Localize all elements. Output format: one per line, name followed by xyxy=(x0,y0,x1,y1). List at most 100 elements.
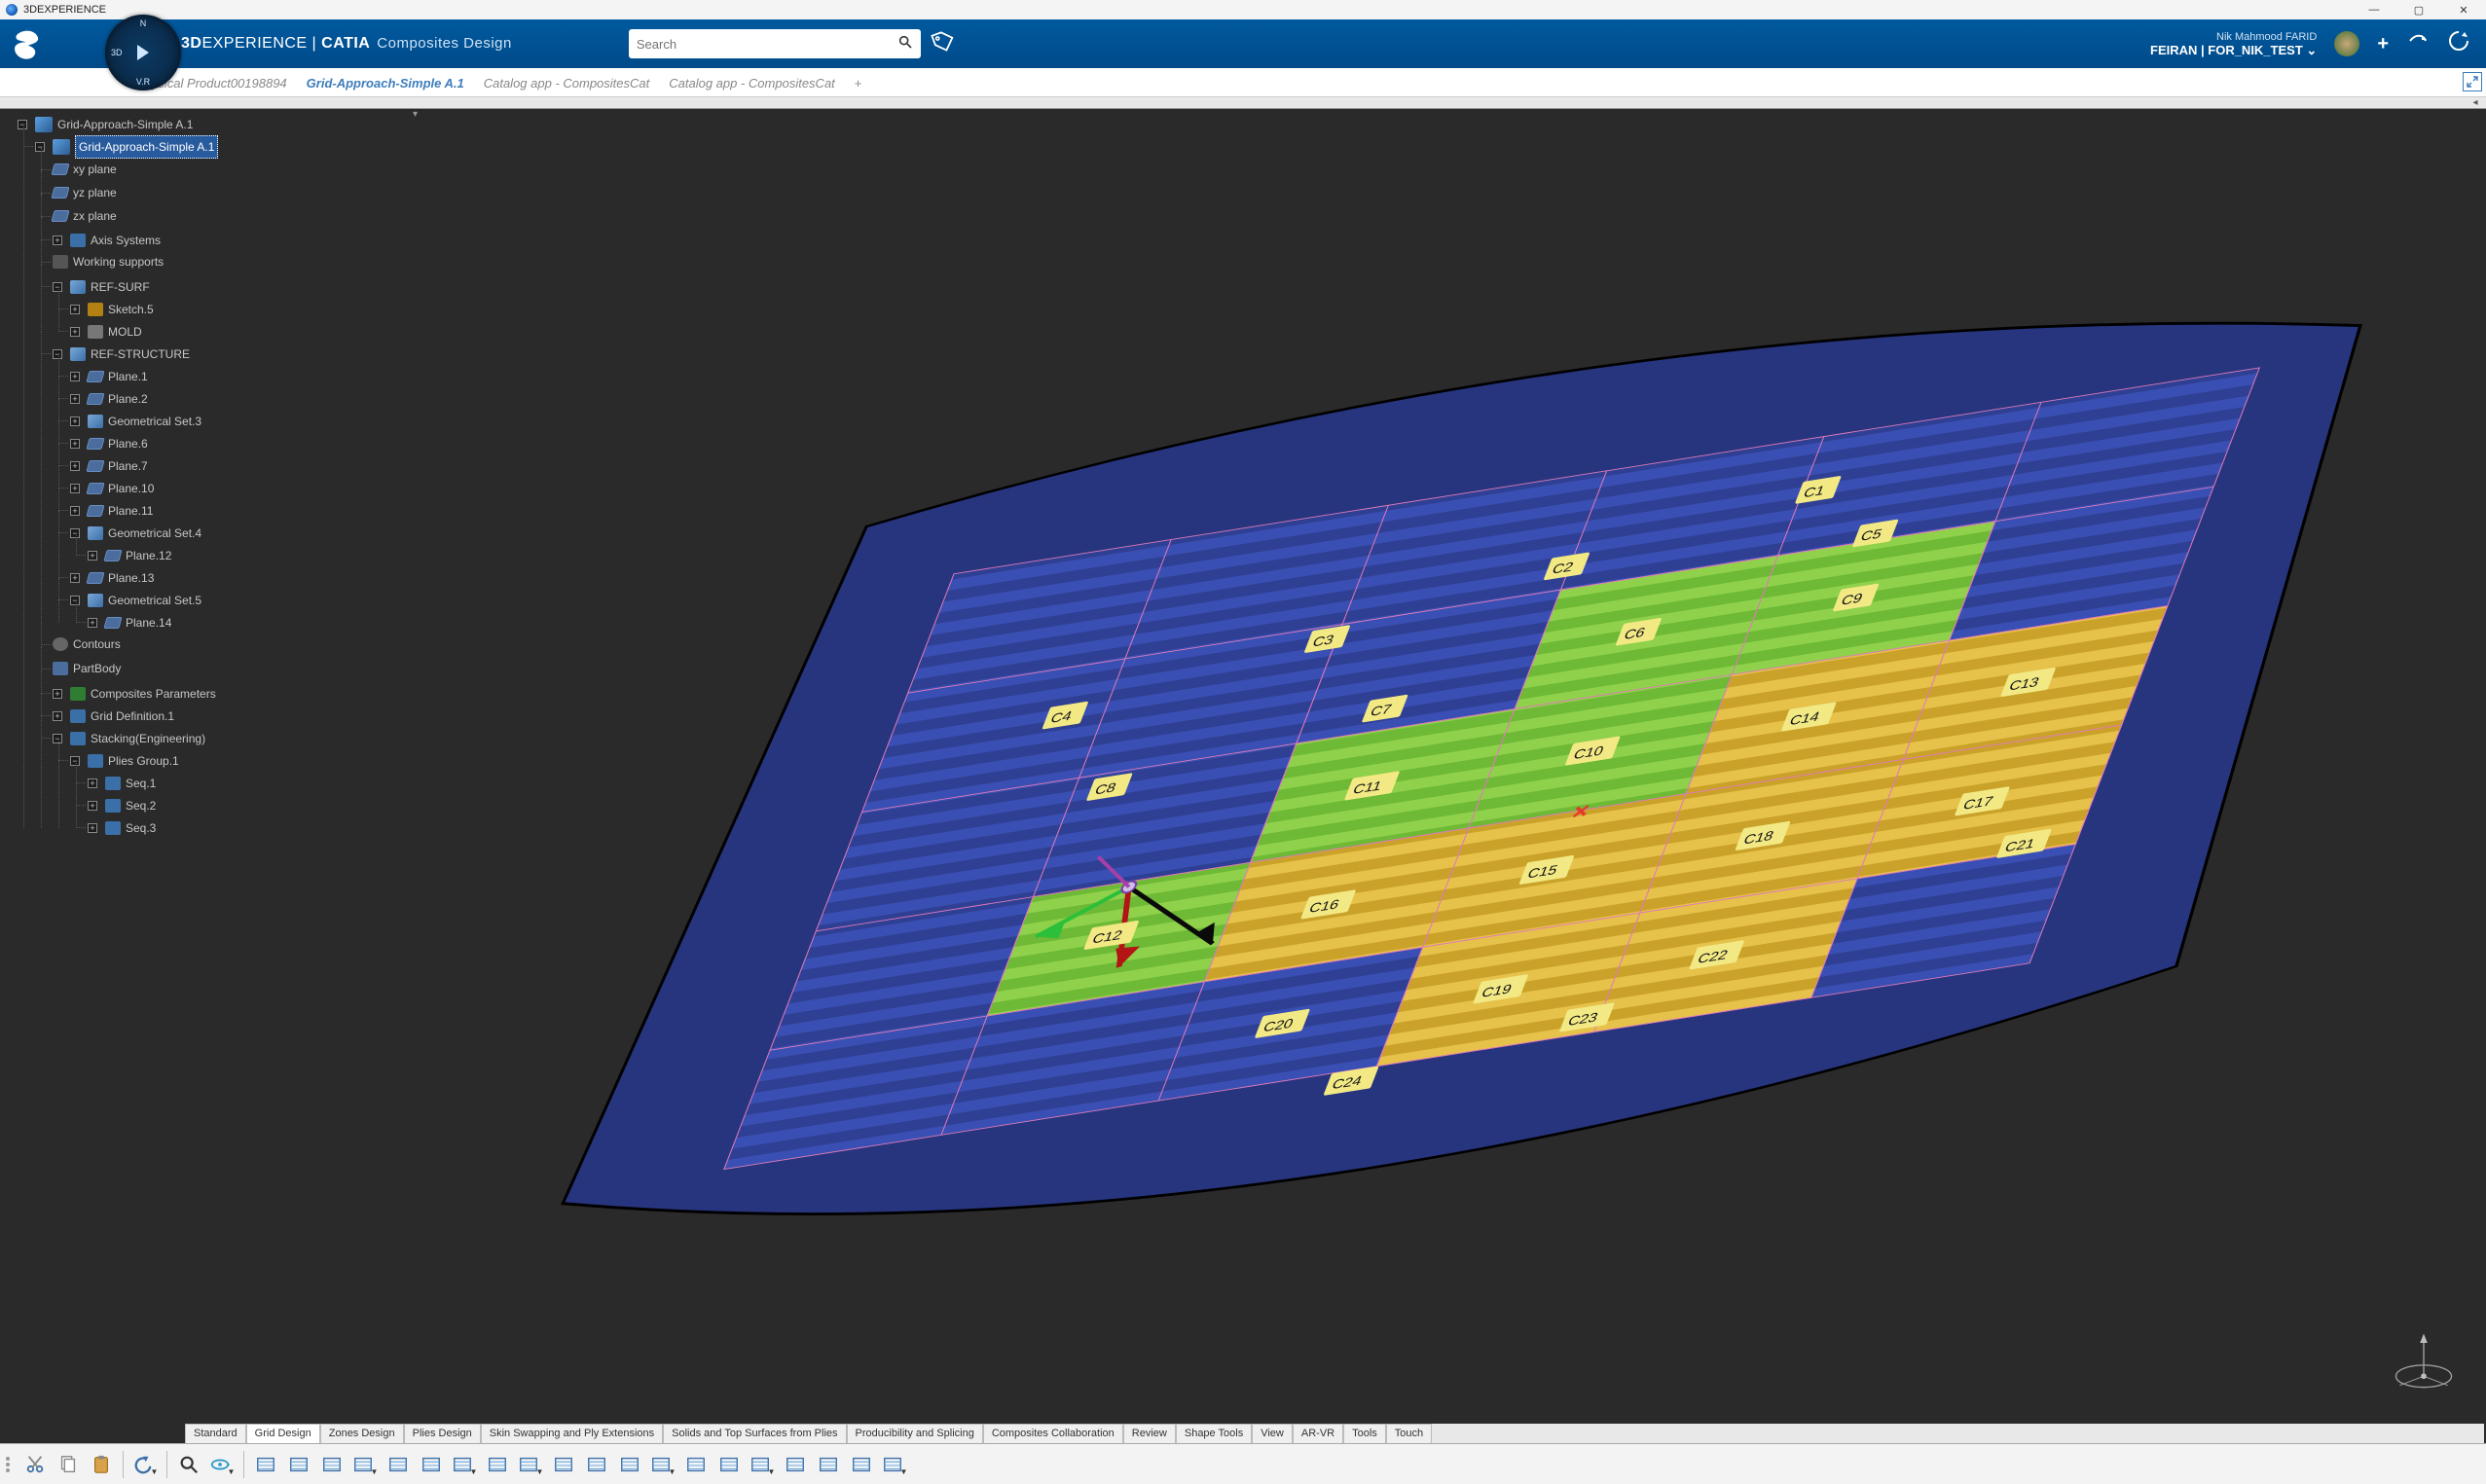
expander-icon[interactable]: − xyxy=(35,142,45,152)
tree-item[interactable]: Axis Systems xyxy=(91,230,161,251)
expander-icon[interactable]: + xyxy=(53,689,62,699)
tree-item[interactable]: Plane.14 xyxy=(126,612,171,633)
tree-item[interactable]: Seq.3 xyxy=(126,817,156,839)
rotate-view-icon[interactable]: ▼ xyxy=(206,1449,238,1480)
tree-item[interactable]: Plane.11 xyxy=(108,500,153,522)
expander-icon[interactable]: + xyxy=(53,235,62,245)
tree-item[interactable]: Plane.13 xyxy=(108,567,154,589)
undo-icon[interactable]: ▼ xyxy=(129,1449,161,1480)
3d-viewport[interactable]: ▾ xyxy=(409,109,2486,1424)
paste-icon[interactable] xyxy=(86,1449,117,1480)
copy-icon[interactable] xyxy=(53,1449,84,1480)
search-box[interactable] xyxy=(629,29,921,58)
bottom-tab[interactable]: Touch xyxy=(1386,1424,1432,1443)
section-icon[interactable] xyxy=(780,1449,811,1480)
expander-icon[interactable]: + xyxy=(88,778,97,788)
share-button[interactable] xyxy=(2406,29,2430,58)
bottom-tab[interactable]: Plies Design xyxy=(404,1424,481,1443)
bottom-tab[interactable]: Shape Tools xyxy=(1176,1424,1252,1443)
expander-icon[interactable]: + xyxy=(70,372,80,381)
add-button[interactable]: + xyxy=(2377,33,2389,55)
collapse-panel-button[interactable] xyxy=(2463,72,2482,91)
expander-icon[interactable]: + xyxy=(88,551,97,561)
bottom-tab[interactable]: Producibility and Splicing xyxy=(847,1424,983,1443)
search-input[interactable] xyxy=(637,37,897,52)
expander-icon[interactable]: + xyxy=(88,823,97,833)
bottom-tab[interactable]: Grid Design xyxy=(246,1424,320,1443)
tree-item[interactable]: Working supports xyxy=(73,251,164,272)
ply-table-icon[interactable] xyxy=(416,1449,447,1480)
expander-icon[interactable]: + xyxy=(88,618,97,628)
tree-item[interactable]: REF-SURF xyxy=(91,276,150,298)
expander-icon[interactable]: + xyxy=(53,711,62,721)
tree-item[interactable]: Plane.2 xyxy=(108,388,148,410)
tree-item[interactable]: REF-STRUCTURE xyxy=(91,344,190,365)
horizontal-splitter[interactable]: ◂ xyxy=(0,97,2486,109)
expander-icon[interactable]: + xyxy=(70,394,80,404)
rosette3-icon[interactable] xyxy=(614,1449,645,1480)
tree-item[interactable]: Composites Parameters xyxy=(91,683,216,705)
tree-item[interactable]: Geometrical Set.5 xyxy=(108,590,201,611)
user-block[interactable]: Nik Mahmood FARID FEIRAN | FOR_NIK_TEST … xyxy=(2150,30,2317,57)
tree-item[interactable]: Sketch.5 xyxy=(108,299,154,320)
tree-item[interactable]: zx plane xyxy=(73,205,117,227)
tree-item[interactable]: Stacking(Engineering) xyxy=(91,728,205,749)
expander-icon[interactable]: − xyxy=(70,596,80,605)
bottom-tab[interactable]: View xyxy=(1252,1424,1293,1443)
tree-item[interactable]: Plies Group.1 xyxy=(108,750,179,772)
tree-item[interactable]: yz plane xyxy=(73,182,117,203)
home-refresh-button[interactable] xyxy=(2447,29,2470,58)
limit-contour-icon[interactable] xyxy=(482,1449,513,1480)
bottom-tab[interactable]: Composites Collaboration xyxy=(983,1424,1123,1443)
tree-item[interactable]: xy plane xyxy=(73,159,117,180)
window-close-button[interactable]: ✕ xyxy=(2441,0,2486,19)
expander-icon[interactable]: − xyxy=(53,282,62,292)
tree-item[interactable]: Seq.2 xyxy=(126,795,156,816)
spec-tree[interactable]: −Grid-Approach-Simple A.1 −Grid-Approach… xyxy=(0,109,409,1424)
view-compass-icon[interactable] xyxy=(2387,1324,2461,1398)
export-icon[interactable]: ▼ xyxy=(879,1449,910,1480)
bottom-tab[interactable]: Tools xyxy=(1343,1424,1386,1443)
ply-exploder-icon[interactable]: ▼ xyxy=(747,1449,778,1480)
tree-item[interactable]: Grid Definition.1 xyxy=(91,706,174,727)
tree-item[interactable]: MOLD xyxy=(108,321,142,343)
search-icon[interactable] xyxy=(897,34,913,54)
expander-icon[interactable]: − xyxy=(18,120,27,129)
tree-item-selected[interactable]: Grid-Approach-Simple A.1 xyxy=(75,135,218,159)
window-minimize-button[interactable]: — xyxy=(2352,0,2396,19)
avatar[interactable] xyxy=(2334,31,2359,56)
vertical-splitter-grip[interactable]: ▾ xyxy=(413,109,418,120)
core-sample-icon[interactable] xyxy=(680,1449,712,1480)
tree-item[interactable]: Seq.1 xyxy=(126,773,156,794)
expander-icon[interactable]: + xyxy=(70,506,80,516)
expander-icon[interactable]: + xyxy=(70,305,80,314)
virtual-stacking-icon[interactable] xyxy=(383,1449,414,1480)
tree-item[interactable]: Plane.10 xyxy=(108,478,154,499)
material-excess-icon[interactable]: ▼ xyxy=(647,1449,678,1480)
ply-table2-icon[interactable]: ▼ xyxy=(449,1449,480,1480)
tab-grid-approach[interactable]: Grid-Approach-Simple A.1 xyxy=(297,70,474,96)
numerical-analysis-icon[interactable] xyxy=(713,1449,745,1480)
expander-icon[interactable]: + xyxy=(70,573,80,583)
expander-icon[interactable]: + xyxy=(70,416,80,426)
bottom-tab[interactable]: Skin Swapping and Ply Extensions xyxy=(481,1424,663,1443)
grid-surface2-icon[interactable] xyxy=(316,1449,347,1480)
bottom-tab[interactable]: Standard xyxy=(185,1424,246,1443)
tree-item[interactable]: Plane.6 xyxy=(108,433,148,454)
toolbar-grip-icon[interactable] xyxy=(6,1451,14,1478)
tab-add-button[interactable]: + xyxy=(845,70,872,96)
expander-icon[interactable]: + xyxy=(70,439,80,449)
grid-surface-icon[interactable] xyxy=(283,1449,314,1480)
bottom-tab[interactable]: Solids and Top Surfaces from Plies xyxy=(663,1424,846,1443)
tree-item[interactable]: Plane.1 xyxy=(108,366,148,387)
limit-contour2-icon[interactable]: ▼ xyxy=(515,1449,546,1480)
tab-catalog-2[interactable]: Catalog app - CompositesCat xyxy=(659,70,845,96)
expander-icon[interactable]: − xyxy=(70,528,80,538)
expander-icon[interactable]: + xyxy=(70,484,80,493)
tree-item[interactable]: Plane.7 xyxy=(108,455,148,477)
expander-icon[interactable]: − xyxy=(70,756,80,766)
bottom-tab[interactable]: Zones Design xyxy=(320,1424,404,1443)
grid-panel-icon[interactable] xyxy=(250,1449,281,1480)
rosette-icon[interactable] xyxy=(548,1449,579,1480)
zoom-fit-icon[interactable] xyxy=(173,1449,204,1480)
